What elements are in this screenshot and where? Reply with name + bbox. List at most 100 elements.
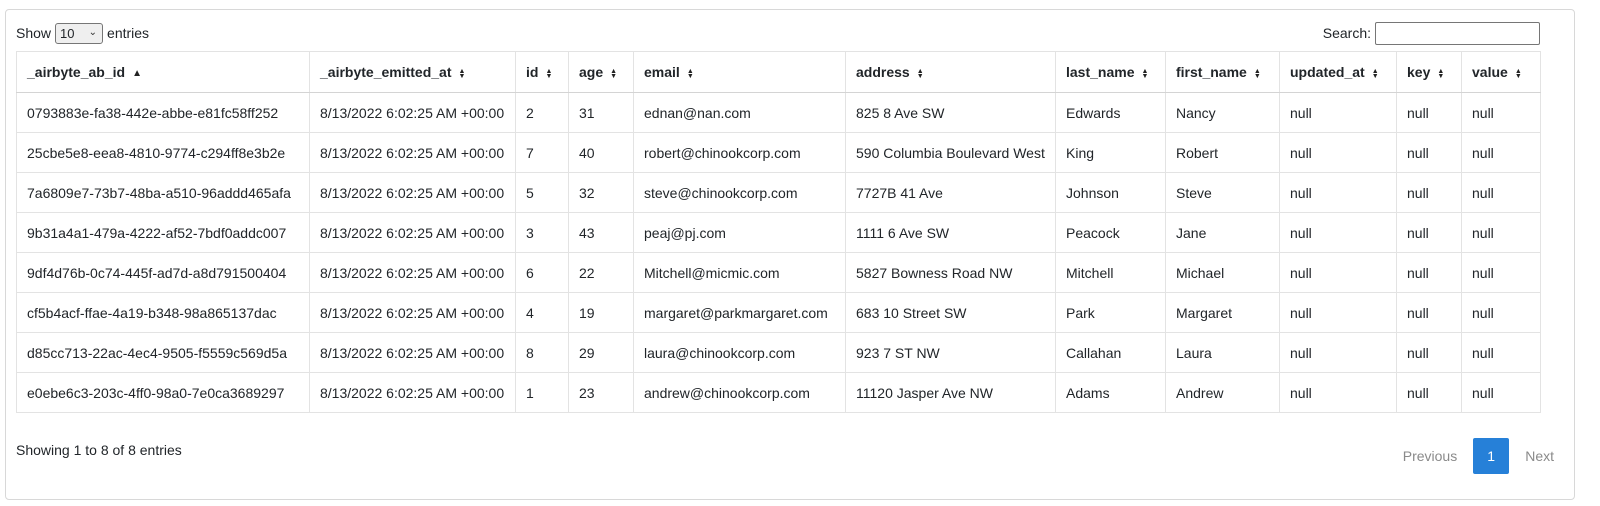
column-header-age[interactable]: age ▲▼ — [568, 51, 634, 93]
cell-address: 590 Columbia Boulevard West — [845, 132, 1056, 173]
cell-address: 825 8 Ave SW — [845, 92, 1056, 133]
cell-key: null — [1396, 92, 1462, 133]
column-header-label: value — [1472, 64, 1508, 80]
column-header-value[interactable]: value ▲▼ — [1461, 51, 1541, 93]
cell-airbyte-emitted-at: 8/13/2022 6:02:25 AM +00:00 — [309, 132, 516, 173]
cell-age: 43 — [568, 212, 634, 253]
column-header-key[interactable]: key ▲▼ — [1396, 51, 1462, 93]
cell-age: 19 — [568, 292, 634, 333]
cell-id: 5 — [515, 172, 569, 213]
cell-email: laura@chinookcorp.com — [633, 332, 846, 373]
column-header-label: email — [644, 64, 680, 80]
cell-last-name: Callahan — [1055, 332, 1166, 373]
cell-key: null — [1396, 252, 1462, 293]
cell-age: 29 — [568, 332, 634, 373]
table-header: _airbyte_ab_id ▲ _airbyte_emitted_at ▲▼ id ▲▼… — [16, 51, 1541, 93]
cell-updated-at: null — [1279, 292, 1397, 333]
cell-airbyte-emitted-at: 8/13/2022 6:02:25 AM +00:00 — [309, 292, 516, 333]
cell-age: 32 — [568, 172, 634, 213]
cell-airbyte-emitted-at: 8/13/2022 6:02:25 AM +00:00 — [309, 332, 516, 373]
cell-age: 40 — [568, 132, 634, 173]
cell-airbyte-emitted-at: 8/13/2022 6:02:25 AM +00:00 — [309, 172, 516, 213]
cell-updated-at: null — [1279, 252, 1397, 293]
cell-last-name: Peacock — [1055, 212, 1166, 253]
pagination: Previous 1 Next — [1387, 438, 1570, 474]
table-row: e0ebe6c3-203c-4ff0-98a0-7e0ca3689297 8/13… — [16, 372, 1541, 413]
cell-key: null — [1396, 132, 1462, 173]
column-header-airbyte-ab-id[interactable]: _airbyte_ab_id ▲ — [16, 51, 310, 93]
cell-updated-at: null — [1279, 332, 1397, 373]
sort-both-icon: ▲▼ — [458, 68, 466, 79]
search-control: Search: — [1322, 21, 1540, 45]
column-header-label: key — [1407, 64, 1431, 80]
next-page-button[interactable]: Next — [1509, 438, 1570, 474]
cell-key: null — [1396, 292, 1462, 333]
column-header-label: first_name — [1176, 64, 1247, 80]
chevron-down-icon: ⌄ — [88, 26, 98, 38]
cell-email: Mitchell@micmic.com — [633, 252, 846, 293]
cell-key: null — [1396, 372, 1462, 413]
sort-both-icon: ▲▼ — [1371, 68, 1379, 79]
column-header-email[interactable]: email ▲▼ — [633, 51, 846, 93]
entries-length-select[interactable]: 10 ⌄ — [55, 22, 104, 44]
sort-both-icon: ▲▼ — [1437, 68, 1445, 79]
cell-id: 8 — [515, 332, 569, 373]
cell-airbyte-emitted-at: 8/13/2022 6:02:25 AM +00:00 — [309, 212, 516, 253]
column-header-id[interactable]: id ▲▼ — [515, 51, 569, 93]
cell-first-name: Andrew — [1165, 372, 1280, 413]
column-header-label: last_name — [1066, 64, 1135, 80]
sort-both-icon: ▲▼ — [686, 68, 694, 79]
column-header-airbyte-emitted-at[interactable]: _airbyte_emitted_at ▲▼ — [309, 51, 516, 93]
search-input[interactable] — [1375, 21, 1540, 45]
cell-updated-at: null — [1279, 172, 1397, 213]
cell-key: null — [1396, 332, 1462, 373]
cell-email: andrew@chinookcorp.com — [633, 372, 846, 413]
table-row: cf5b4acf-ffae-4a19-b348-98a865137dac 8/13… — [16, 292, 1541, 333]
cell-airbyte-ab-id: 7a6809e7-73b7-48ba-a510-96addd465afa — [16, 172, 310, 213]
column-header-first-name[interactable]: first_name ▲▼ — [1165, 51, 1280, 93]
cell-last-name: Edwards — [1055, 92, 1166, 133]
cell-airbyte-emitted-at: 8/13/2022 6:02:25 AM +00:00 — [309, 372, 516, 413]
cell-value: null — [1461, 292, 1541, 333]
column-header-address[interactable]: address ▲▼ — [845, 51, 1056, 93]
cell-value: null — [1461, 92, 1541, 133]
cell-value: null — [1461, 372, 1541, 413]
column-header-label: age — [579, 64, 604, 80]
column-header-last-name[interactable]: last_name ▲▼ — [1055, 51, 1166, 93]
cell-updated-at: null — [1279, 132, 1397, 173]
previous-page-button[interactable]: Previous — [1387, 438, 1473, 474]
cell-email: margaret@parkmargaret.com — [633, 292, 846, 333]
cell-updated-at: null — [1279, 92, 1397, 133]
table-info: Showing 1 to 8 of 8 entries — [16, 442, 182, 458]
cell-airbyte-ab-id: 0793883e-fa38-442e-abbe-e81fc58ff252 — [16, 92, 310, 133]
cell-value: null — [1461, 332, 1541, 373]
table-controls: Show 10 ⌄ entries Search: — [16, 21, 1540, 45]
cell-value: null — [1461, 212, 1541, 253]
column-header-label: _airbyte_emitted_at — [320, 64, 452, 80]
show-label: Show — [16, 25, 52, 41]
cell-first-name: Margaret — [1165, 292, 1280, 333]
cell-airbyte-ab-id: e0ebe6c3-203c-4ff0-98a0-7e0ca3689297 — [16, 372, 310, 413]
cell-value: null — [1461, 252, 1541, 293]
table-row: d85cc713-22ac-4ec4-9505-f5559c569d5a 8/13… — [16, 332, 1541, 373]
cell-airbyte-ab-id: 9df4d76b-0c74-445f-ad7d-a8d791500404 — [16, 252, 310, 293]
search-label: Search: — [1322, 25, 1371, 41]
cell-id: 7 — [515, 132, 569, 173]
cell-key: null — [1396, 172, 1462, 213]
cell-airbyte-emitted-at: 8/13/2022 6:02:25 AM +00:00 — [309, 92, 516, 133]
page-1-button[interactable]: 1 — [1473, 438, 1510, 474]
sort-both-icon: ▲▼ — [610, 68, 618, 79]
sort-both-icon: ▲▼ — [1141, 68, 1149, 79]
cell-last-name: Johnson — [1055, 172, 1166, 213]
column-header-updated-at[interactable]: updated_at ▲▼ — [1279, 51, 1397, 93]
sort-both-icon: ▲▼ — [1514, 68, 1522, 79]
sort-both-icon: ▲▼ — [545, 68, 553, 79]
cell-last-name: King — [1055, 132, 1166, 173]
table-row: 25cbe5e8-eea8-4810-9774-c294ff8e3b2e 8/13… — [16, 132, 1541, 173]
table-row: 0793883e-fa38-442e-abbe-e81fc58ff252 8/13… — [16, 92, 1541, 133]
cell-id: 1 — [515, 372, 569, 413]
cell-address: 923 7 ST NW — [845, 332, 1056, 373]
table-row: 9b31a4a1-479a-4222-af52-7bdf0addc007 8/13… — [16, 212, 1541, 253]
sort-both-icon: ▲▼ — [916, 68, 924, 79]
header-row: _airbyte_ab_id ▲ _airbyte_emitted_at ▲▼ id ▲▼… — [16, 51, 1541, 93]
